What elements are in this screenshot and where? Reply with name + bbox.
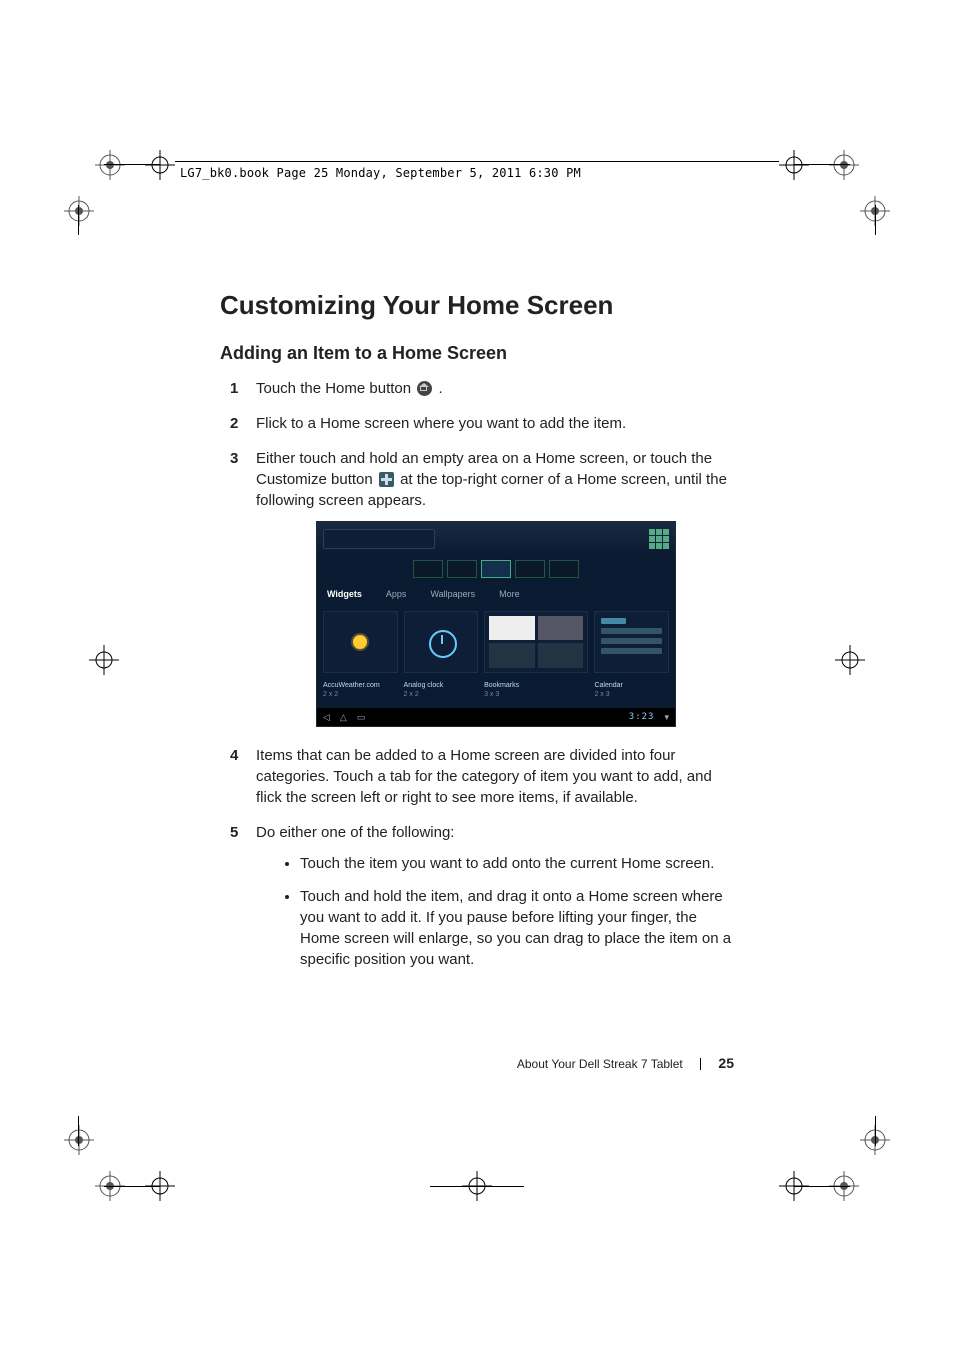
header-rule <box>175 161 779 162</box>
footer-page-number: 25 <box>718 1055 734 1071</box>
crop-line <box>794 1186 850 1187</box>
ss-nav-bar: ◁ △ ▭ 3:23 ▾ <box>317 708 675 726</box>
step-1-text-a: Touch the Home button <box>256 380 415 397</box>
step-5-intro: Do either one of the following: <box>256 824 454 841</box>
step-1: Touch the Home button . <box>220 378 740 399</box>
crop-line <box>78 1116 79 1146</box>
page-footer: About Your Dell Streak 7 Tablet 25 <box>517 1055 734 1071</box>
ss-tab-widgets: Widgets <box>327 588 362 601</box>
ss-top-bar <box>317 522 675 556</box>
step-5-bullet-1: Touch the item you want to add onto the … <box>300 853 740 874</box>
ss-tab-more: More <box>499 588 520 601</box>
ss-label-1-name: AccuWeather.com <box>323 682 380 689</box>
page: LG7_bk0.book Page 25 Monday, September 5… <box>0 0 954 1351</box>
ss-tabs: Widgets Apps Wallpapers More <box>317 582 675 605</box>
step-3: Either touch and hold an empty area on a… <box>220 448 740 727</box>
step-2: Flick to a Home screen where you want to… <box>220 413 740 434</box>
ss-label-3-name: Bookmarks <box>484 682 519 689</box>
ss-tab-apps: Apps <box>386 588 407 601</box>
registration-mark-icon <box>64 1125 94 1155</box>
ss-widget-row <box>317 605 675 679</box>
customize-plus-icon <box>379 472 394 487</box>
step-5-bullets: Touch the item you want to add onto the … <box>256 853 740 970</box>
ss-label-1: AccuWeather.com 2 x 2 <box>323 681 398 701</box>
ss-label-4-name: Calendar <box>594 682 622 689</box>
ss-label-3-size: 3 x 3 <box>484 691 499 698</box>
step-5: Do either one of the following: Touch th… <box>220 822 740 970</box>
ss-label-2-name: Analog clock <box>404 682 444 689</box>
registration-mark-icon <box>89 645 119 675</box>
ss-home-previews <box>317 556 675 582</box>
step-5-bullet-2: Touch and hold the item, and drag it ont… <box>300 886 740 970</box>
ss-label-2: Analog clock 2 x 2 <box>404 681 479 701</box>
crop-line <box>875 1116 876 1146</box>
ss-widget-calendar <box>594 611 669 673</box>
registration-mark-icon <box>95 150 125 180</box>
crop-line <box>78 205 79 235</box>
registration-mark-icon <box>829 150 859 180</box>
step-4: Items that can be added to a Home screen… <box>220 745 740 808</box>
ss-home-icon: △ <box>340 711 347 724</box>
ss-widget-bookmarks <box>484 611 588 673</box>
ss-label-1-size: 2 x 2 <box>323 691 338 698</box>
ss-apps-grid-icon <box>649 529 669 549</box>
crop-line <box>104 164 160 165</box>
content-area: Customizing Your Home Screen Adding an I… <box>220 290 740 984</box>
ss-clock: 3:23 <box>629 711 655 724</box>
page-title: Customizing Your Home Screen <box>220 290 740 321</box>
crop-line <box>104 1186 160 1187</box>
registration-mark-icon <box>779 150 809 180</box>
registration-mark-icon <box>145 150 175 180</box>
registration-mark-icon <box>64 196 94 226</box>
ss-back-icon: ◁ <box>323 711 330 724</box>
ss-label-2-size: 2 x 2 <box>404 691 419 698</box>
ss-recent-icon: ▭ <box>357 711 366 724</box>
ss-label-4-size: 2 x 3 <box>594 691 609 698</box>
steps-list: Touch the Home button . Flick to a Home … <box>220 378 740 970</box>
customize-screen-screenshot: Widgets Apps Wallpapers More AccuWeather… <box>316 521 676 727</box>
registration-mark-icon <box>835 645 865 675</box>
ss-label-4: Calendar 2 x 3 <box>594 681 669 701</box>
ss-tab-wallpapers: Wallpapers <box>430 588 475 601</box>
ss-signal-icon: ▾ <box>664 711 669 724</box>
book-header: LG7_bk0.book Page 25 Monday, September 5… <box>180 166 581 180</box>
step-1-text-b: . <box>438 380 442 397</box>
crop-line <box>794 164 850 165</box>
footer-separator <box>700 1058 701 1070</box>
ss-label-3: Bookmarks 3 x 3 <box>484 681 588 701</box>
ss-widget-accuweather <box>323 611 398 673</box>
ss-widget-labels: AccuWeather.com 2 x 2 Analog clock 2 x 2… <box>317 679 675 709</box>
section-title: Adding an Item to a Home Screen <box>220 343 740 364</box>
crop-line <box>430 1186 524 1187</box>
crop-line <box>875 205 876 235</box>
ss-search-box <box>323 529 435 549</box>
footer-section: About Your Dell Streak 7 Tablet <box>517 1057 683 1071</box>
ss-widget-analog-clock <box>404 611 479 673</box>
home-icon <box>417 381 432 396</box>
